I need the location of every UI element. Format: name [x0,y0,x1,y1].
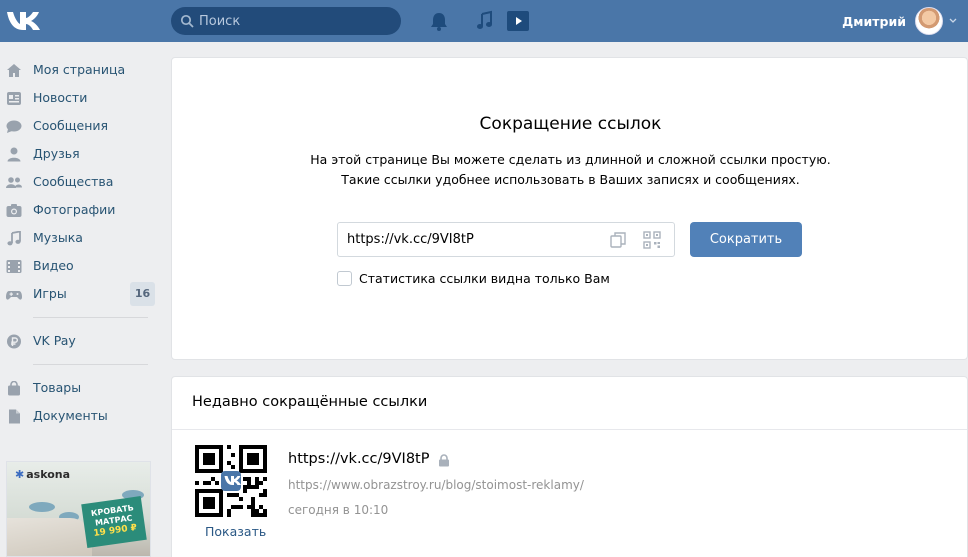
ad-image [7,518,92,556]
search-input[interactable] [199,7,395,35]
ad-brand: askona [15,468,70,481]
page-title: Сокращение ссылок [479,114,662,134]
original-url: https://www.obrazstroy.ru/blog/stoimost-… [288,478,584,492]
link-shortener-card: Сокращение ссылок На этой странице Вы мо… [171,57,968,360]
show-qr-link[interactable]: Показать [205,524,266,539]
sidebar-item-label: Музыка [33,230,83,245]
user-menu[interactable]: Дмитрий [842,5,960,37]
qr-code-icon[interactable] [643,231,661,249]
sidebar-divider [33,317,148,318]
vk-logo-icon[interactable] [6,9,40,31]
sidebar-item-label: Новости [33,90,88,105]
avatar [915,7,943,35]
sidebar-item-label: VK Pay [33,333,76,348]
sidebar-ad-banner[interactable]: askona КРОВАТЬ МАТРАС 19 990 ₽ [6,461,151,557]
section-title: Недавно сокращённые ссылки [192,394,428,410]
bag-icon [8,381,20,396]
sidebar-item-photos[interactable]: Фотографии [0,196,160,224]
description-line: На этой странице Вы можете сделать из дл… [310,152,831,167]
section-divider [172,429,967,430]
sidebar-item-label: Фотографии [33,202,116,217]
sidebar-divider [33,364,148,365]
games-count-badge: 16 [130,282,155,306]
description-line: Такие ссылки удобнее использовать в Ваши… [341,172,800,187]
left-sidebar: Моя страница Новости Сообщения Друзья Со… [0,56,160,430]
gamepad-icon [6,291,22,300]
news-icon [7,92,21,105]
document-icon [9,409,20,424]
sidebar-item-label: Сообщества [33,174,114,189]
sidebar-item-documents[interactable]: Документы [0,402,160,430]
chevron-down-icon [949,18,957,23]
sidebar-item-music[interactable]: Музыка [0,224,160,252]
sidebar-item-label: Моя страница [33,62,126,77]
sidebar-item-my-page[interactable]: Моя страница [0,56,160,84]
top-header: Дмитрий [0,0,968,42]
sidebar-item-label: Сообщения [33,118,109,133]
qr-code-image[interactable] [195,445,267,517]
sidebar-item-label: Товары [33,380,82,395]
stats-private-checkbox-row[interactable]: Статистика ссылки видна только Вам [337,270,610,286]
short-url[interactable]: https://vk.cc/9VI8tP [288,451,429,467]
sidebar-item-games[interactable]: Игры 16 [0,280,160,308]
recent-links-card: Недавно сокращённые ссылки Показать http… [171,376,968,557]
play-icon[interactable] [507,10,529,32]
sidebar-item-messages[interactable]: Сообщения [0,112,160,140]
chat-icon [6,120,22,133]
created-time: сегодня в 10:10 [288,503,389,517]
ad-promo-block: КРОВАТЬ МАТРАС 19 990 ₽ [81,496,147,548]
camera-icon [6,204,22,217]
home-icon [7,64,21,77]
user-icon [7,147,21,162]
search-icon [180,14,194,28]
checkbox-label: Статистика ссылки видна только Вам [359,270,610,286]
film-icon [6,260,22,273]
user-name: Дмитрий [842,13,906,29]
copy-icon[interactable] [609,231,627,249]
sidebar-item-vk-pay[interactable]: VK Pay [0,327,160,355]
sidebar-item-goods[interactable]: Товары [0,374,160,402]
link-field[interactable] [337,222,675,257]
music-note-icon[interactable] [474,10,496,32]
music-icon [7,231,21,246]
link-input[interactable] [347,223,603,256]
sidebar-item-video[interactable]: Видео [0,252,160,280]
sidebar-item-label: Документы [33,408,108,423]
sidebar-item-news[interactable]: Новости [0,84,160,112]
sidebar-item-label: Видео [33,258,74,273]
sidebar-item-label: Друзья [33,146,80,161]
group-icon [6,177,22,188]
stats-private-checkbox[interactable] [337,270,352,286]
sidebar-item-communities[interactable]: Сообщества [0,168,160,196]
ad-decoration [29,502,55,512]
ruble-icon [7,334,21,349]
sidebar-item-friends[interactable]: Друзья [0,140,160,168]
bell-icon[interactable] [428,10,450,32]
shorten-button[interactable]: Сократить [690,222,802,257]
lock-icon [439,454,449,467]
search-box[interactable] [171,7,401,35]
sidebar-item-label: Игры [33,286,67,301]
